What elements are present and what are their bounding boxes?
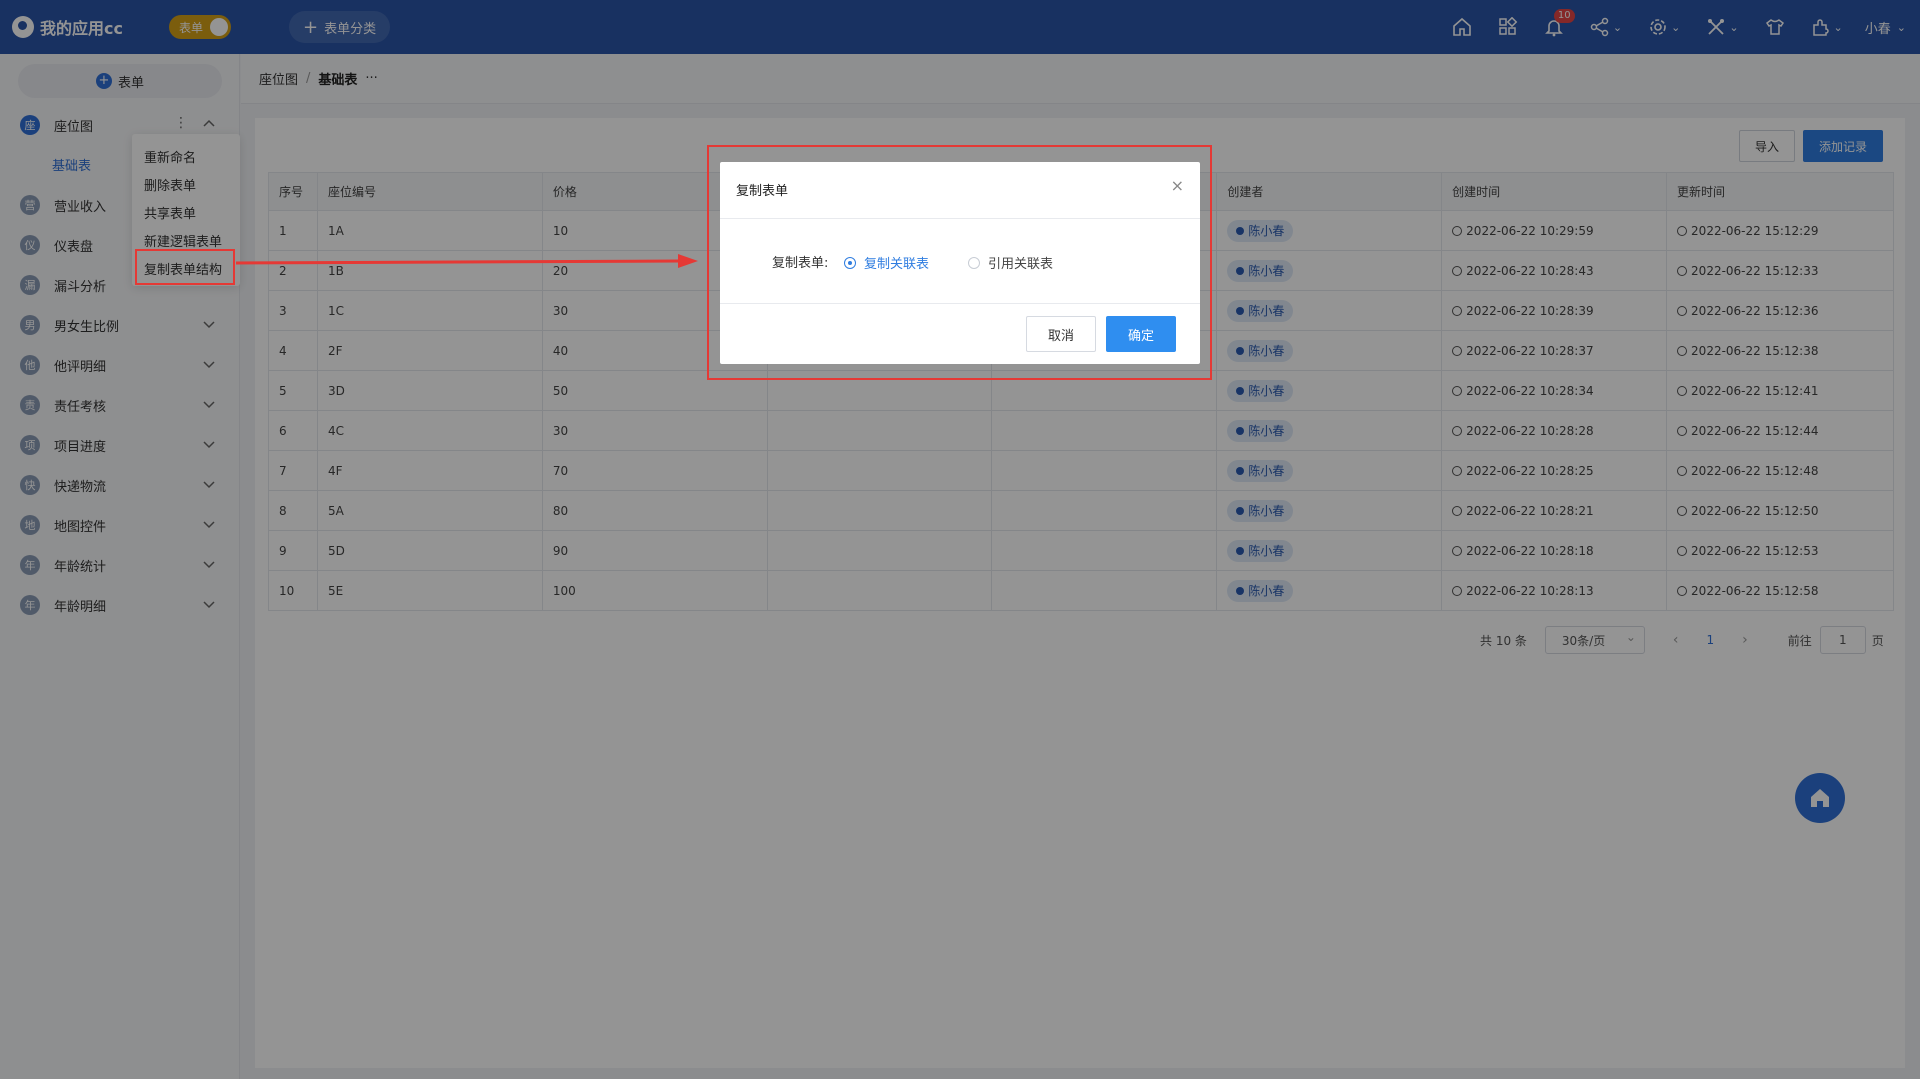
- highlight-box-dialog: [707, 145, 1212, 380]
